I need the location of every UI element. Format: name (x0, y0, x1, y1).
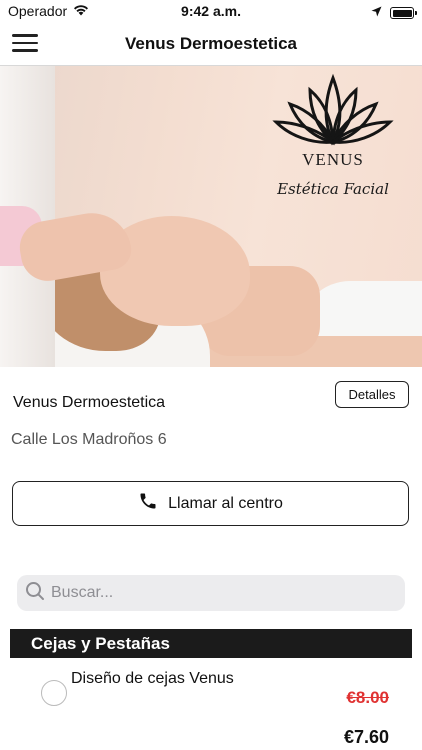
service-name: Diseño de cejas Venus (71, 670, 234, 687)
hero-image: VENUS Estética Facial (0, 66, 422, 367)
service-row[interactable]: Diseño de cejas Venus €8.00 €7.60 (0, 658, 422, 750)
call-button-label: Llamar al centro (168, 494, 283, 512)
location-arrow-icon (371, 4, 382, 22)
page-title: Venus Dermoestetica (125, 34, 297, 53)
battery-icon (390, 7, 417, 19)
search-bar (17, 575, 405, 611)
details-button[interactable]: Detalles (335, 381, 409, 408)
logo-subtitle: Estética Facial (277, 180, 389, 198)
lotus-icon (272, 73, 394, 146)
status-right (371, 4, 417, 22)
service-old-price: €8.00 (346, 688, 389, 707)
nav-bar: Venus Dermoestetica (0, 22, 422, 66)
category-header: Cejas y Pestañas (10, 629, 412, 658)
status-time: 9:42 a.m. (181, 3, 241, 19)
search-icon (25, 581, 45, 606)
center-address: Calle Los Madroños 6 (11, 431, 167, 448)
call-center-button[interactable]: Llamar al centro (12, 481, 409, 526)
status-bar: Operador 9:42 a.m. (0, 0, 422, 22)
service-select-radio[interactable] (41, 680, 67, 706)
center-name: Venus Dermoestetica (13, 394, 166, 411)
search-input[interactable] (51, 584, 391, 602)
brand-logo: VENUS Estética Facial (268, 72, 398, 198)
logo-name: VENUS (302, 150, 364, 169)
service-price: €7.60 (343, 727, 389, 747)
phone-icon (138, 491, 158, 516)
